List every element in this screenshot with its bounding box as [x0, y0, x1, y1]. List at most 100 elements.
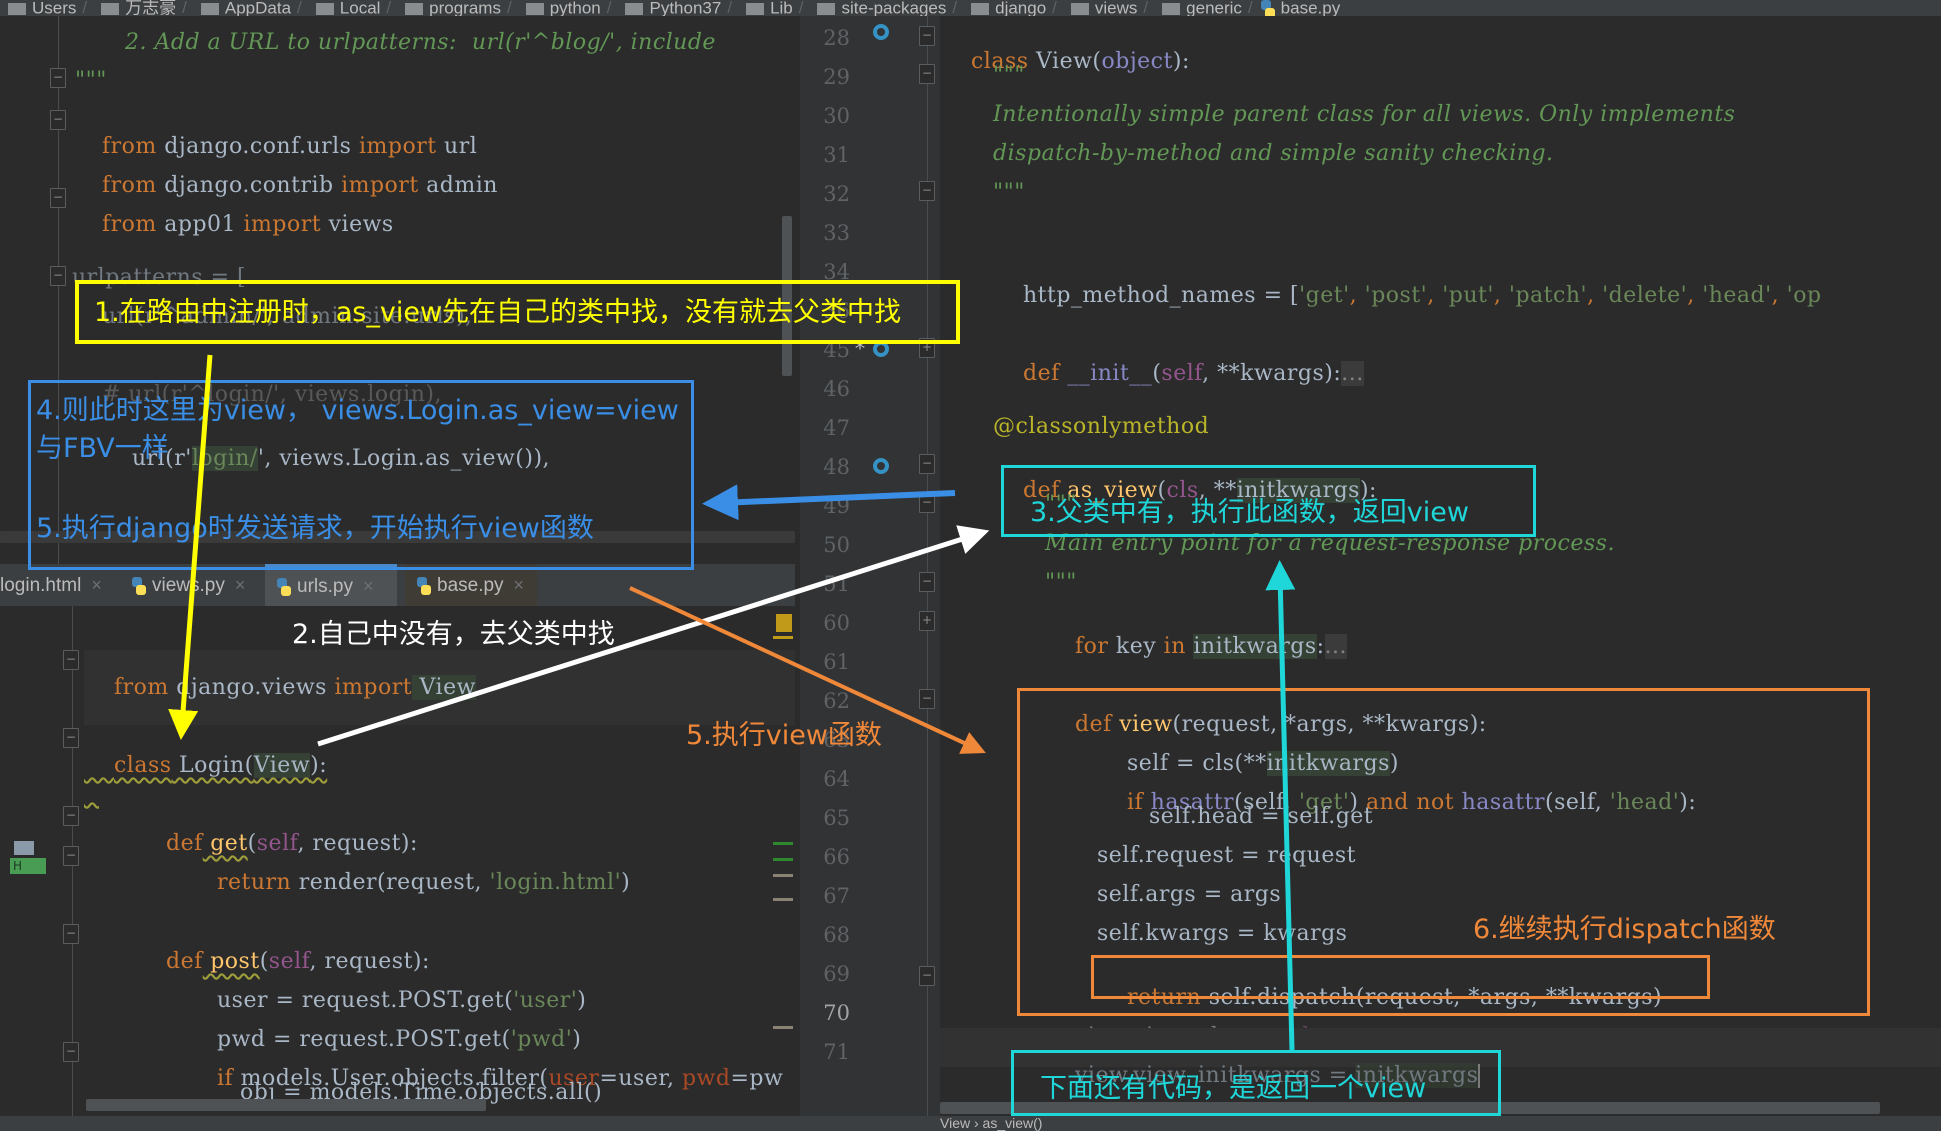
- folder-icon: [405, 3, 424, 15]
- fold-marker[interactable]: −: [50, 68, 66, 88]
- breadcrumb-item[interactable]: 万志豪 /: [93, 0, 187, 16]
- folder-icon: [625, 3, 644, 15]
- breadcrumb-item[interactable]: django /: [963, 0, 1057, 16]
- annotation-5-blue: 5.执行django时发送请求，开始执行view函数: [36, 513, 594, 544]
- structure-breadcrumb[interactable]: View › as_view(): [940, 1116, 1042, 1131]
- line-number: 60: [823, 611, 850, 635]
- code-text: http_method_names = [: [1022, 283, 1300, 308]
- tab-urls-py[interactable]: urls.py ×: [265, 564, 397, 606]
- line-number: 29: [823, 65, 850, 89]
- breadcrumb-item[interactable]: Local /: [308, 0, 392, 16]
- breadcrumb-separator: /: [82, 0, 88, 16]
- fold-marker[interactable]: −: [63, 846, 79, 866]
- change-marker: [773, 842, 793, 845]
- code-line: return render(request, 'login.html'): [187, 845, 630, 920]
- fold-marker[interactable]: +: [919, 611, 935, 631]
- breadcrumb-item[interactable]: python /: [518, 0, 611, 16]
- module: django.views: [168, 675, 335, 700]
- fold-marker[interactable]: −: [919, 689, 935, 709]
- close-icon[interactable]: ×: [91, 575, 102, 595]
- annotation-4-cont: 与FBV一样: [36, 433, 169, 464]
- fold-marker[interactable]: −: [63, 1042, 79, 1062]
- code-line: 2. Add a URL to urlpatterns: url(r'^blog…: [125, 30, 716, 55]
- breadcrumb-item[interactable]: site-packages /: [809, 0, 958, 16]
- horizontal-scrollbar[interactable]: [86, 1099, 486, 1111]
- fold-marker[interactable]: −: [919, 64, 935, 84]
- breadcrumb-separator: /: [952, 0, 958, 16]
- fold-marker[interactable]: −: [919, 493, 935, 513]
- breadcrumb-item[interactable]: generic /: [1154, 0, 1253, 16]
- fold-marker[interactable]: −: [50, 110, 66, 130]
- fold-marker[interactable]: −: [63, 924, 79, 944]
- fold-marker[interactable]: −: [919, 26, 935, 46]
- code-line: """: [993, 180, 1025, 205]
- python-file-icon: [415, 576, 431, 595]
- folder-icon: [101, 3, 120, 15]
- annotation-box-dispatch: [1091, 955, 1710, 999]
- change-marker: [773, 874, 793, 877]
- tab-login-html[interactable]: login.html ×: [0, 564, 112, 606]
- breadcrumb-item[interactable]: Users /: [0, 0, 88, 16]
- folder-icon: [971, 3, 990, 15]
- keyword: class: [113, 753, 172, 778]
- string: 'post': [1364, 283, 1428, 308]
- warning-marker[interactable]: [776, 614, 792, 632]
- breadcrumb-item[interactable]: views /: [1063, 0, 1148, 16]
- fold-marker[interactable]: −: [50, 188, 66, 208]
- fold-marker[interactable]: −: [919, 572, 935, 592]
- fold-marker[interactable]: −: [63, 728, 79, 748]
- line-number: 28: [823, 26, 850, 50]
- fold-marker[interactable]: −: [63, 650, 79, 670]
- fold-marker[interactable]: −: [919, 966, 935, 986]
- breadcrumb-item[interactable]: programs /: [397, 0, 512, 16]
- fold-marker[interactable]: −: [919, 181, 935, 201]
- override-marker-icon[interactable]: [873, 24, 889, 40]
- folder-icon: [1162, 3, 1181, 15]
- breadcrumb-item[interactable]: base.py: [1259, 0, 1341, 16]
- string: 'delete': [1602, 283, 1688, 308]
- annotation-6: 6.继续执行dispatch函数: [1473, 914, 1776, 945]
- line-number: 69: [823, 962, 850, 986]
- fold-marker[interactable]: −: [919, 454, 935, 474]
- code-text: ):: [310, 753, 328, 778]
- code-line: def __init__(self, **kwargs):...: [993, 336, 1364, 411]
- tab-views-py[interactable]: views.py ×: [120, 564, 260, 606]
- breadcrumb-separator: /: [386, 0, 392, 16]
- name: views: [321, 212, 394, 237]
- tab-base-py[interactable]: base.py ×: [405, 564, 537, 606]
- comma: ,: [1771, 283, 1787, 308]
- breadcrumb-item[interactable]: AppData /: [193, 0, 302, 16]
- annotation-2: 2.自己中没有，去父类中找: [292, 619, 615, 650]
- breadcrumb-separator: /: [1247, 0, 1253, 16]
- folder-icon: [8, 3, 26, 15]
- string: 'patch': [1508, 283, 1588, 308]
- editor-views-py[interactable]: − − − − − − H from django.views import V…: [0, 606, 795, 1116]
- keyword: return: [216, 870, 292, 895]
- breadcrumb-label: Users: [32, 0, 77, 16]
- close-icon[interactable]: ×: [235, 575, 246, 595]
- warning-marker[interactable]: [773, 636, 793, 639]
- close-icon[interactable]: ×: [514, 575, 525, 595]
- override-marker-icon[interactable]: [873, 458, 889, 474]
- keyword: import: [334, 675, 413, 700]
- fold-marker[interactable]: −: [50, 266, 66, 286]
- line-number: 65: [823, 806, 850, 830]
- string: 'head': [1702, 283, 1772, 308]
- fold-marker[interactable]: −: [63, 806, 79, 826]
- annotation-5-orange: 5.执行view函数: [686, 720, 882, 751]
- close-icon[interactable]: ×: [363, 576, 374, 596]
- change-marker: [773, 1026, 793, 1029]
- code-text: =pw: [730, 1066, 784, 1091]
- change-marker: [773, 898, 793, 901]
- breadcrumb-separator: /: [727, 0, 733, 16]
- folder-icon: [315, 3, 334, 15]
- folded-placeholder[interactable]: ...: [1341, 361, 1364, 386]
- breadcrumb-item[interactable]: Lib /: [738, 0, 803, 16]
- breadcrumb-label: base.py: [1280, 0, 1341, 16]
- folded-placeholder[interactable]: ...: [1324, 634, 1348, 659]
- python-file-icon: [275, 577, 291, 596]
- code-line: """: [1045, 570, 1077, 595]
- line-number: 31: [823, 143, 850, 167]
- breadcrumb-item[interactable]: Python37 /: [617, 0, 733, 16]
- string: 'op: [1786, 283, 1822, 308]
